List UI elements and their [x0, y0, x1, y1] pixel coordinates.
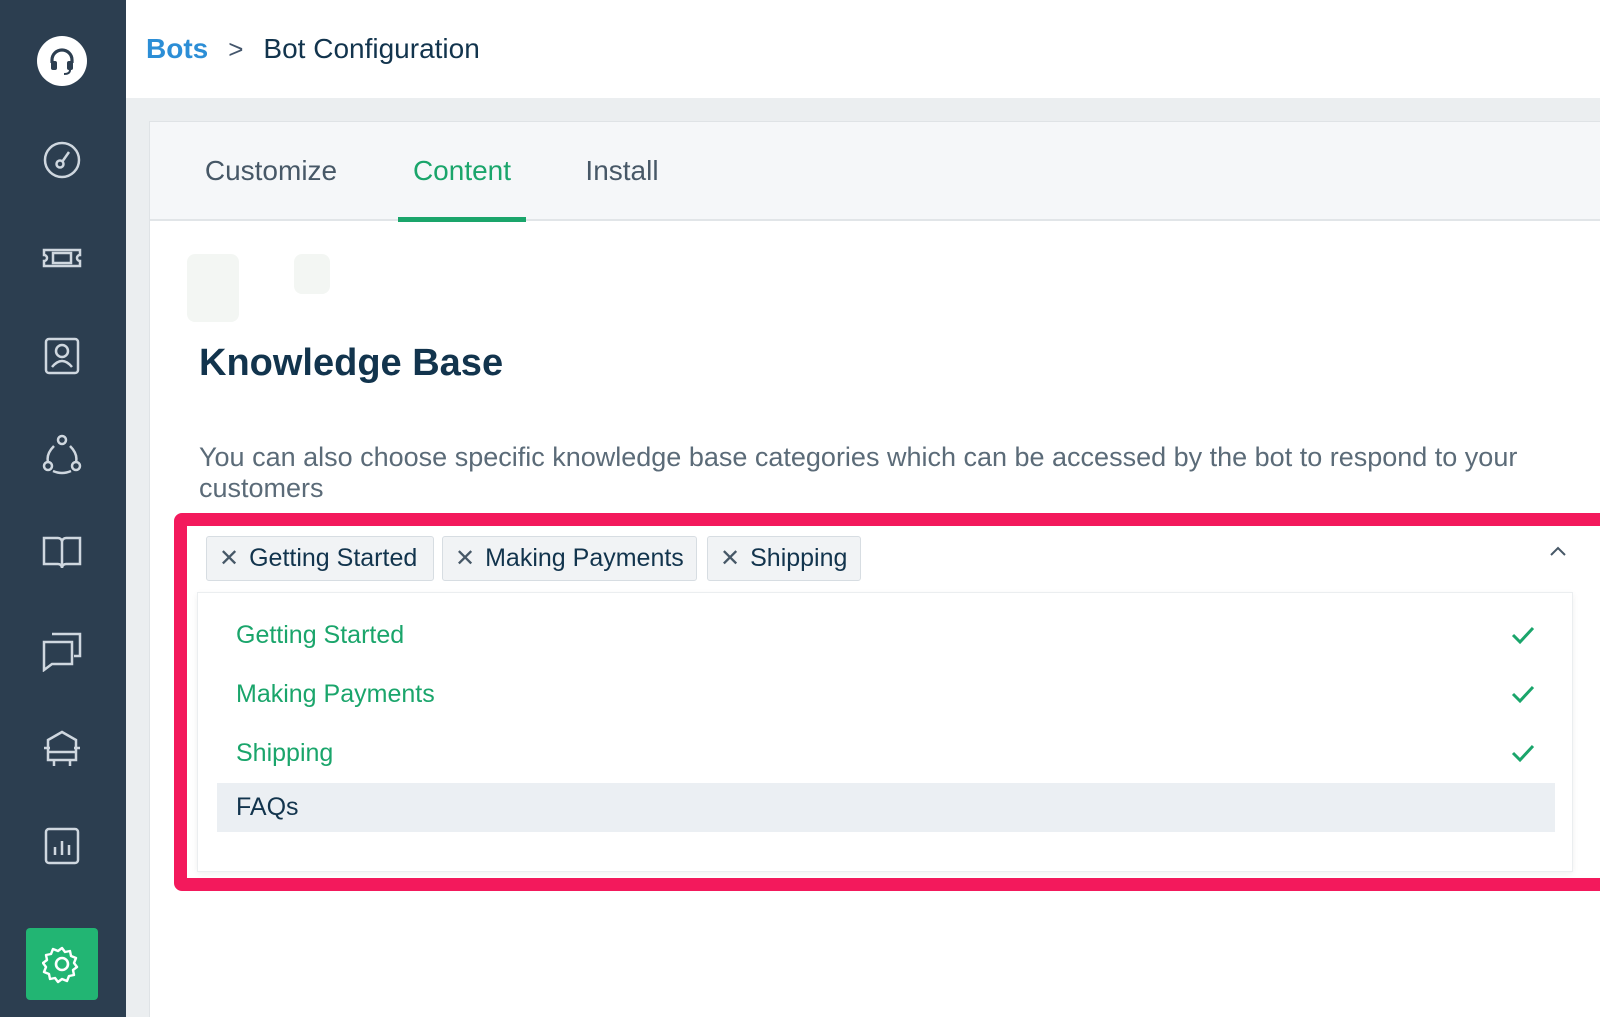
tab-install[interactable]: Install	[582, 122, 662, 221]
headset-icon	[47, 46, 77, 76]
tab-content[interactable]: Content	[398, 122, 526, 221]
bot-icon[interactable]	[38, 724, 86, 772]
settings-gear-icon[interactable]	[26, 928, 98, 1000]
dashboard-icon[interactable]	[38, 136, 86, 184]
tab-bar: Customize Content Install	[150, 122, 1600, 221]
knowledge-base-description: You can also choose specific knowledge b…	[199, 442, 1569, 504]
contacts-icon[interactable]	[38, 332, 86, 380]
groups-icon[interactable]	[38, 430, 86, 478]
knowledge-base-heading: Knowledge Base	[199, 342, 503, 385]
breadcrumb-bots-link[interactable]: Bots	[146, 33, 208, 65]
highlight-annotation-box	[174, 513, 1600, 891]
page-title: Bot Configuration	[263, 33, 479, 65]
tab-customize[interactable]: Customize	[200, 122, 342, 221]
chevron-right-icon: >	[228, 34, 243, 65]
solutions-book-icon[interactable]	[38, 528, 86, 576]
left-sidebar	[0, 0, 126, 1017]
faded-image	[187, 254, 239, 322]
reports-icon[interactable]	[38, 822, 86, 870]
top-header: Bots > Bot Configuration	[126, 0, 1600, 98]
headset-logo-icon[interactable]	[37, 36, 87, 86]
chat-icon[interactable]	[38, 626, 86, 674]
ticket-icon[interactable]	[38, 234, 86, 282]
faded-image	[294, 254, 330, 294]
